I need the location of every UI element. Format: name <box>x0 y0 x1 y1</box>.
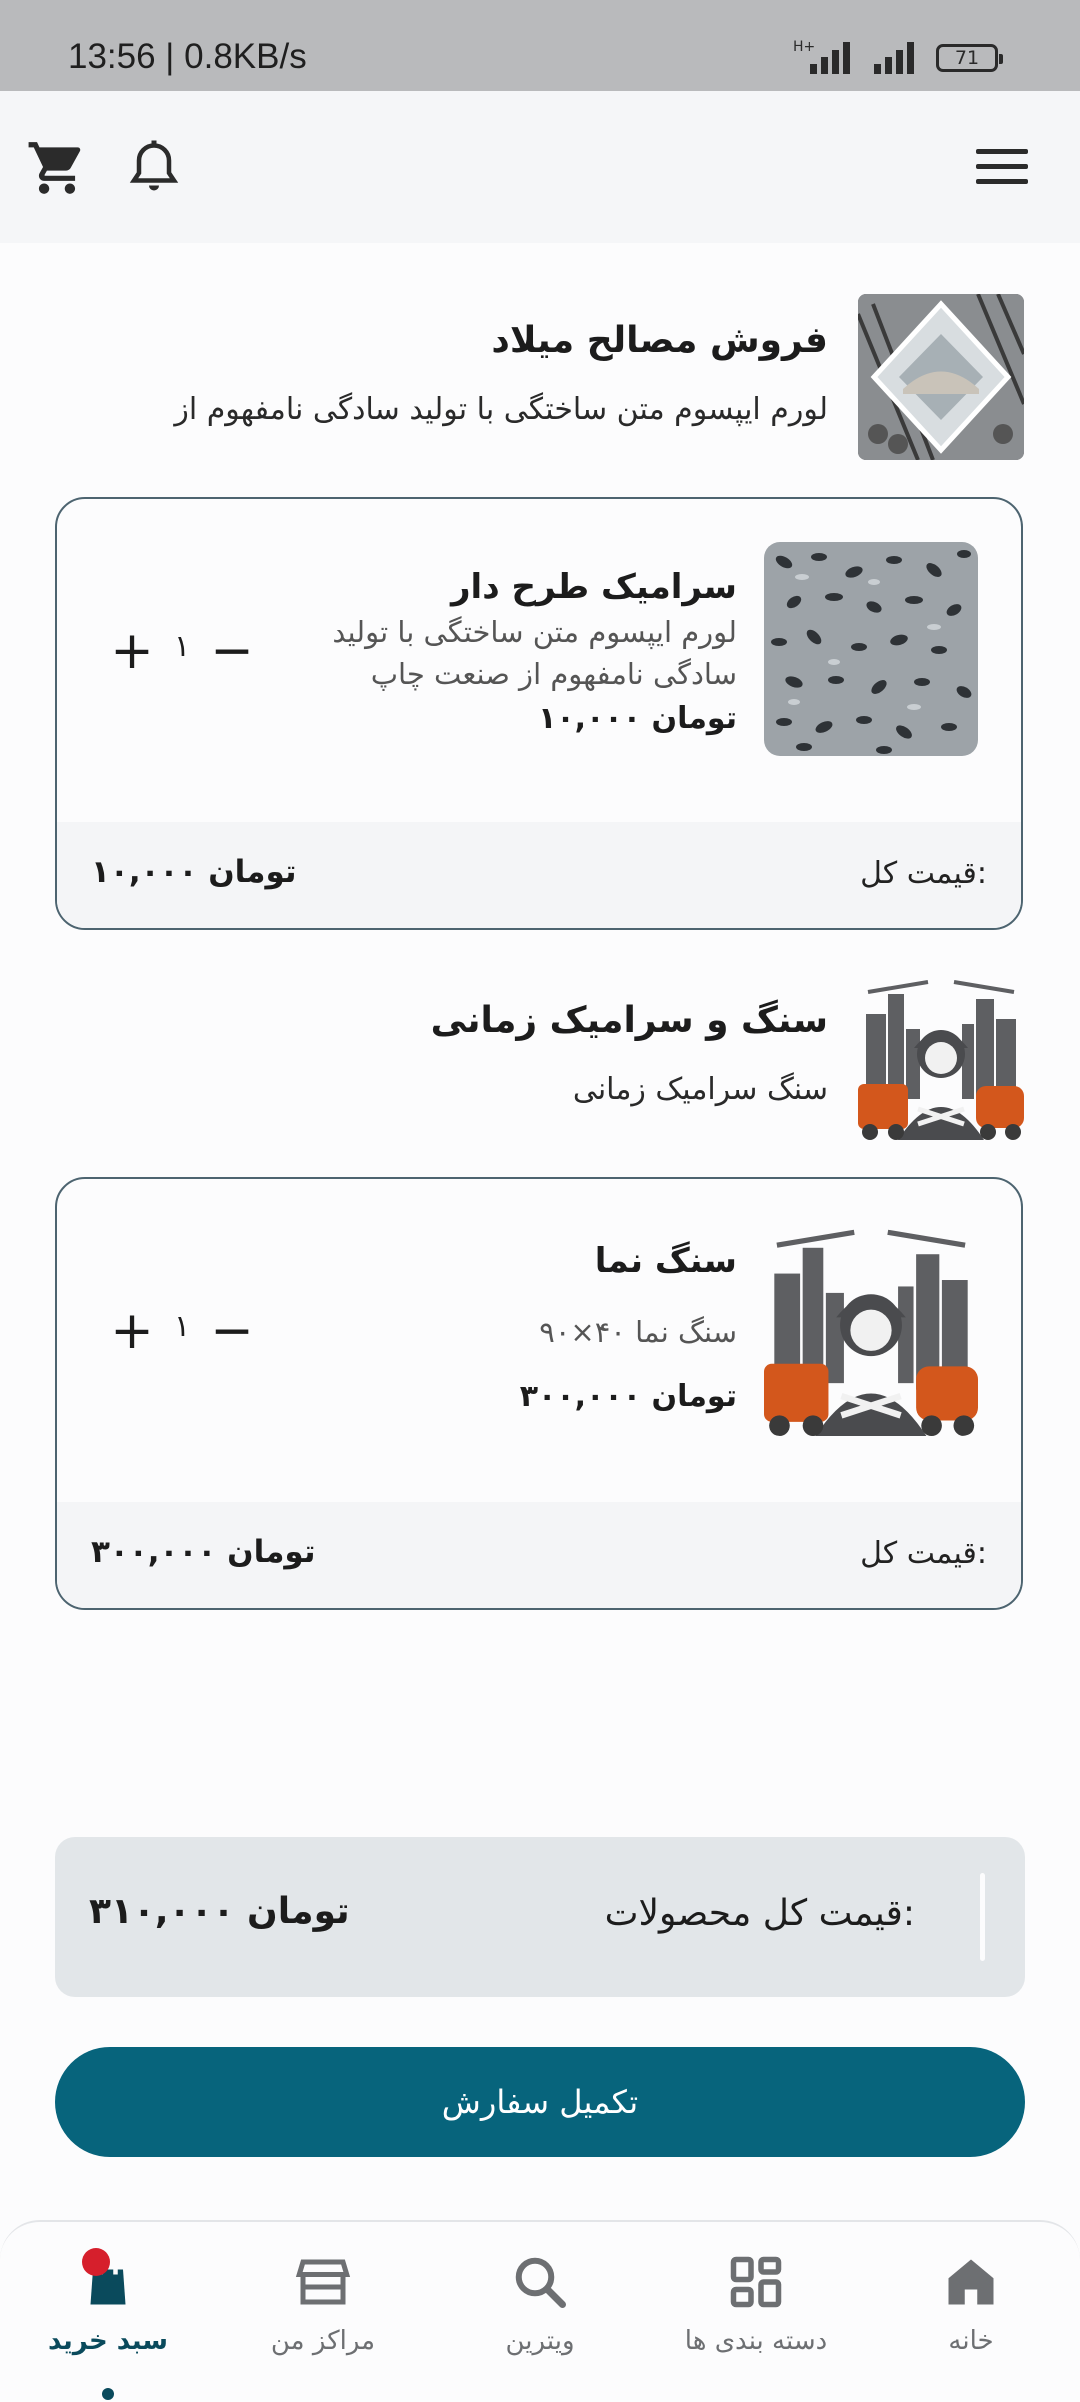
order-total-box: قیمت کل محصولات: ۳۱۰,۰۰۰ تومان <box>55 1837 1025 1997</box>
decrease-button[interactable]: − <box>207 623 257 683</box>
store-logo <box>858 294 1024 460</box>
quantity-stepper: + ۱ − <box>107 1303 257 1363</box>
item-total-label: قیمت کل: <box>860 1536 987 1571</box>
nav-item-showcase[interactable]: ویترین <box>440 2222 640 2402</box>
item-total-label: قیمت کل: <box>860 856 987 891</box>
battery-icon: 71 <box>936 44 1003 72</box>
menu-icon[interactable] <box>976 147 1028 187</box>
bell-icon[interactable] <box>124 137 184 199</box>
cart-item-card: سنگ نما سنگ نما ۴۰×۹۰ ۳۰۰,۰۰۰ تومان + ۱ … <box>55 1177 1023 1610</box>
increase-button[interactable]: + <box>107 1303 157 1363</box>
nav-item-cart[interactable]: سبد خرید <box>8 2222 208 2402</box>
store-description: لورم ایپسوم متن ساختگی با تولید سادگی نا… <box>174 392 828 427</box>
store-description: سنگ سرامیک زمانی <box>572 1072 828 1107</box>
product-price: ۳۰۰,۰۰۰ تومان <box>519 1379 737 1414</box>
store-logo <box>858 974 1024 1140</box>
nav-item-home[interactable]: خانه <box>871 2222 1071 2402</box>
cart-item-card: سرامیک طرح دار لورم ایپسوم متن ساختگی با… <box>55 497 1023 930</box>
increase-button[interactable]: + <box>107 623 157 683</box>
product-title: سنگ نما <box>594 1241 737 1281</box>
nav-label: مراکز من <box>270 2326 376 2356</box>
product-image <box>764 1222 978 1436</box>
store-icon <box>295 2259 351 2305</box>
order-total-value: ۳۱۰,۰۰۰ تومان <box>89 1891 350 1932</box>
product-description: سنگ نما ۴۰×۹۰ <box>539 1315 737 1349</box>
product-title: سرامیک طرح دار <box>450 567 737 607</box>
divider <box>980 1873 985 1961</box>
product-description: لورم ایپسوم متن ساختگی با تولید سادگی نا… <box>332 615 737 691</box>
order-total-label: قیمت کل محصولات: <box>604 1893 915 1934</box>
notification-badge <box>82 2248 110 2276</box>
home-icon <box>948 2259 994 2305</box>
card-footer: قیمت کل: ۱۰,۰۰۰ تومان <box>57 822 1021 928</box>
decrease-button[interactable]: − <box>207 1303 257 1363</box>
search-icon <box>515 2257 566 2308</box>
nav-item-categories[interactable]: دسته بندی ها <box>656 2222 856 2402</box>
product-price: ۱۰,۰۰۰ تومان <box>538 701 737 736</box>
cart-icon[interactable] <box>26 137 88 199</box>
store-name: سنگ و سرامیک زمانی <box>430 1000 828 1041</box>
nav-label: ویترین <box>505 2326 575 2356</box>
nav-label: سبد خرید <box>48 2326 168 2356</box>
status-bar: 13:56 | 0.8KB/s H+ 71 <box>0 0 1080 91</box>
status-time: 13:56 | 0.8KB/s <box>68 37 307 76</box>
signal-icon <box>810 42 850 74</box>
store-name: فروش مصالح میلاد <box>491 320 828 361</box>
top-app-bar <box>0 91 1080 243</box>
nav-label: دسته بندی ها <box>684 2326 828 2356</box>
quantity-value: ۱ <box>173 1309 191 1344</box>
nav-label: خانه <box>948 2326 994 2356</box>
active-indicator <box>102 2388 114 2400</box>
item-total-value: ۳۰۰,۰۰۰ تومان <box>91 1534 316 1570</box>
quantity-stepper: + ۱ − <box>107 623 257 683</box>
item-total-value: ۱۰,۰۰۰ تومان <box>91 854 297 890</box>
product-image <box>764 542 978 756</box>
grid-icon <box>730 2256 782 2308</box>
complete-order-button[interactable]: تکمیل سفارش <box>55 2047 1025 2157</box>
quantity-value: ۱ <box>173 629 191 664</box>
nav-item-my-centers[interactable]: مراکز من <box>223 2222 423 2402</box>
card-footer: قیمت کل: ۳۰۰,۰۰۰ تومان <box>57 1502 1021 1608</box>
signal-icon <box>874 42 914 74</box>
bottom-navigation: خانه دسته بندی ها ویترین مراکز من سبد خر… <box>0 2220 1080 2400</box>
